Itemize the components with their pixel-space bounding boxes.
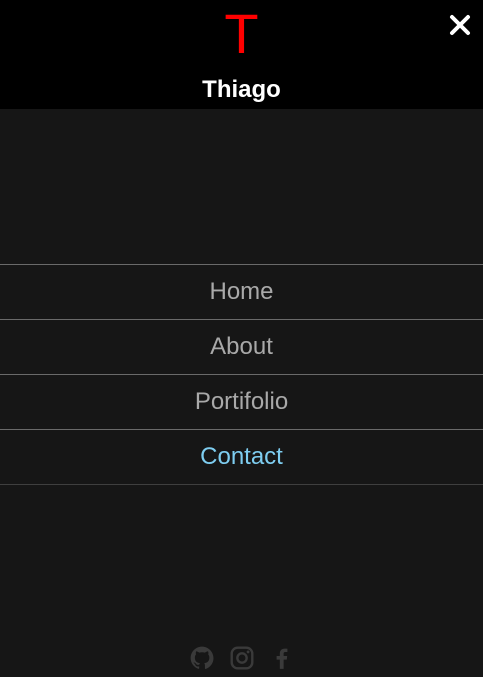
brand-name: Thiago [202,76,281,103]
instagram-icon[interactable] [229,645,255,671]
nav-item-contact[interactable]: Contact [0,430,483,485]
nav-item-portifolio[interactable]: Portifolio [0,375,483,430]
logo[interactable]: T [0,4,483,64]
nav-menu: Home About Portifolio Contact [0,264,483,485]
facebook-icon[interactable] [269,645,295,671]
nav-item-home[interactable]: Home [0,265,483,320]
nav-item-about[interactable]: About [0,320,483,375]
github-icon[interactable] [189,645,215,671]
menu-header: T Thiago [0,0,483,109]
close-icon[interactable] [447,12,473,38]
social-links [0,645,483,671]
